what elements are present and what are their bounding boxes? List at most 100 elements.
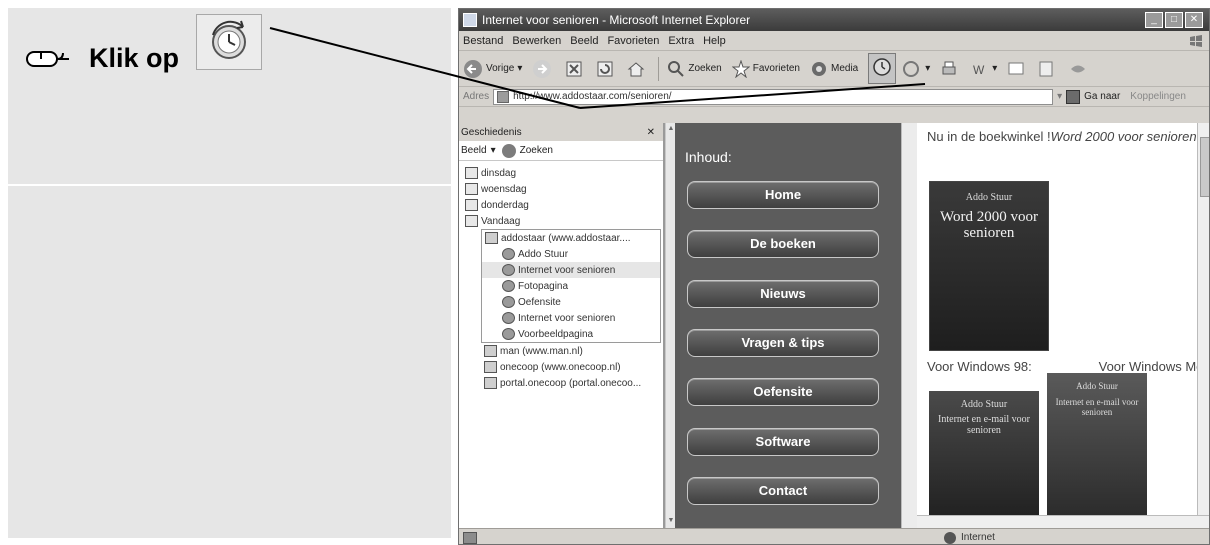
- research-button[interactable]: [1038, 60, 1059, 78]
- history-day-item[interactable]: donderdag: [459, 197, 663, 213]
- forward-arrow-icon: [533, 59, 552, 78]
- folder-icon: [484, 361, 497, 373]
- close-button[interactable]: ✕: [1185, 12, 1203, 28]
- panel-divider: [8, 184, 451, 186]
- print-icon: [942, 61, 956, 74]
- back-button[interactable]: Vorige ▾: [463, 59, 522, 79]
- inhoud-title: Inhoud:: [685, 149, 732, 165]
- nav-oefensite-button[interactable]: Oefensite: [687, 378, 879, 406]
- refresh-icon: [597, 61, 613, 76]
- nav-nieuws-button[interactable]: Nieuws: [687, 280, 879, 308]
- calendar-icon: [465, 183, 478, 195]
- folder-icon: [484, 377, 497, 389]
- go-arrow-icon: [1066, 89, 1081, 104]
- page-globe-icon: [502, 248, 515, 260]
- history-search-icon: [501, 143, 516, 158]
- menu-help[interactable]: Help: [703, 35, 726, 47]
- history-pane: Geschiedenis ✕ Beeld ▾ Zoeken dinsdag wo…: [459, 123, 665, 528]
- horizontal-scrollbar[interactable]: [917, 515, 1209, 528]
- status-bar: Internet: [459, 528, 1209, 544]
- history-site-item[interactable]: portal.onecoop (portal.onecoo...: [459, 375, 663, 391]
- nav-vragen-tips-button[interactable]: Vragen & tips: [687, 329, 879, 357]
- go-label: Ga naar: [1084, 91, 1121, 102]
- history-day-item[interactable]: Vandaag: [459, 213, 663, 229]
- history-page-item[interactable]: Addo Stuur: [482, 246, 660, 262]
- folder-icon: [484, 345, 497, 357]
- minimize-button[interactable]: _: [1145, 12, 1163, 28]
- right-content-frame: Nu in de boekwinkel !Word 2000 voor seni…: [917, 123, 1209, 528]
- page-globe-icon: [502, 328, 515, 340]
- research-icon: [1039, 61, 1053, 76]
- search-label: Zoeken: [688, 63, 722, 74]
- instruction-text: Klik op: [89, 43, 180, 73]
- menu-favorieten[interactable]: Favorieten: [607, 35, 659, 47]
- favorites-button[interactable]: Favorieten: [731, 59, 800, 78]
- calendar-icon: [465, 199, 478, 211]
- scrollbar-thumb[interactable]: [1200, 137, 1209, 197]
- back-arrow-icon: [464, 59, 482, 78]
- scroll-up-icon[interactable]: ▲: [667, 125, 675, 134]
- edit-button[interactable]: W ▾: [971, 60, 997, 78]
- stop-button[interactable]: [565, 60, 586, 78]
- win98-label: Voor Windows 98:: [927, 359, 1032, 374]
- favorites-label: Favorieten: [752, 63, 800, 74]
- history-close-icon[interactable]: ✕: [647, 127, 655, 138]
- book-cover-winme[interactable]: Addo Stuur Internet en e-mail voor senio…: [1047, 373, 1147, 521]
- page-globe-icon: [502, 280, 515, 292]
- menu-bestand[interactable]: Bestand: [463, 35, 503, 47]
- history-page-item[interactable]: Oefensite: [482, 294, 660, 310]
- links-button[interactable]: Koppelingen: [1130, 91, 1186, 102]
- history-view-button[interactable]: Beeld: [461, 145, 487, 156]
- calendar-icon: [465, 215, 478, 227]
- history-site-item[interactable]: man (www.man.nl): [459, 343, 663, 359]
- status-page-icon: [463, 531, 477, 544]
- menu-bewerken[interactable]: Bewerken: [512, 35, 561, 47]
- address-dropdown[interactable]: ▾: [1057, 91, 1062, 102]
- forward-button[interactable]: [532, 59, 555, 79]
- history-page-item[interactable]: Internet voor senioren: [482, 262, 660, 278]
- history-site-item[interactable]: addostaar (www.addostaar....: [482, 230, 660, 246]
- inhoud-nav-frame: Inhoud: Home De boeken Nieuws Vragen & t…: [675, 123, 901, 528]
- go-button[interactable]: Ga naar: [1066, 89, 1121, 104]
- nav-contact-button[interactable]: Contact: [687, 477, 879, 505]
- folder-icon: [485, 232, 498, 244]
- history-page-item[interactable]: Internet voor senioren: [482, 310, 660, 326]
- content-area: Geschiedenis ✕ Beeld ▾ Zoeken dinsdag wo…: [459, 123, 1209, 528]
- history-scrollbar[interactable]: ▲ ▼: [665, 123, 675, 528]
- history-day-item[interactable]: dinsdag: [459, 165, 663, 181]
- windows-version-labels: Voor Windows 98: Voor Windows Me:: [927, 359, 1207, 374]
- history-page-item[interactable]: Fotopagina: [482, 278, 660, 294]
- mail-button[interactable]: ▾: [902, 60, 930, 78]
- history-day-item[interactable]: woensdag: [459, 181, 663, 197]
- history-search-button[interactable]: Zoeken: [520, 145, 553, 156]
- print-button[interactable]: [940, 60, 961, 78]
- svg-text:W: W: [973, 63, 985, 77]
- history-site-item[interactable]: onecoop (www.onecoop.nl): [459, 359, 663, 375]
- address-field[interactable]: http://www.addostaar.com/senioren/: [493, 88, 1054, 105]
- media-button[interactable]: Media: [810, 60, 858, 78]
- address-bar: Adres http://www.addostaar.com/senioren/…: [459, 87, 1209, 107]
- messenger-button[interactable]: [1069, 60, 1090, 78]
- refresh-button[interactable]: [596, 60, 617, 78]
- history-page-item[interactable]: Voorbeeldpagina: [482, 326, 660, 342]
- home-icon: [628, 61, 645, 76]
- history-title: Geschiedenis: [461, 126, 522, 138]
- search-button[interactable]: Zoeken: [667, 60, 722, 78]
- nav-software-button[interactable]: Software: [687, 428, 879, 456]
- window-title: Internet voor senioren - Microsoft Inter…: [482, 13, 751, 27]
- nav-home-button[interactable]: Home: [687, 181, 879, 209]
- book-cover-word2000[interactable]: Addo Stuur Word 2000 voor senioren: [929, 181, 1049, 351]
- menu-extra[interactable]: Extra: [668, 35, 694, 47]
- menu-beeld[interactable]: Beeld: [570, 35, 598, 47]
- history-button[interactable]: [868, 53, 897, 84]
- frame-scrollbar[interactable]: [901, 123, 917, 528]
- mail-icon: [903, 60, 920, 77]
- vertical-scrollbar[interactable]: [1197, 123, 1209, 515]
- book-cover-win98[interactable]: Addo Stuur Internet en e-mail voor senio…: [929, 391, 1039, 521]
- discuss-button[interactable]: [1007, 60, 1028, 78]
- stop-icon: [566, 61, 582, 76]
- home-button[interactable]: [627, 60, 648, 78]
- nav-de-boeken-button[interactable]: De boeken: [687, 230, 879, 258]
- maximize-button[interactable]: □: [1165, 12, 1183, 28]
- scroll-down-icon[interactable]: ▼: [667, 517, 675, 526]
